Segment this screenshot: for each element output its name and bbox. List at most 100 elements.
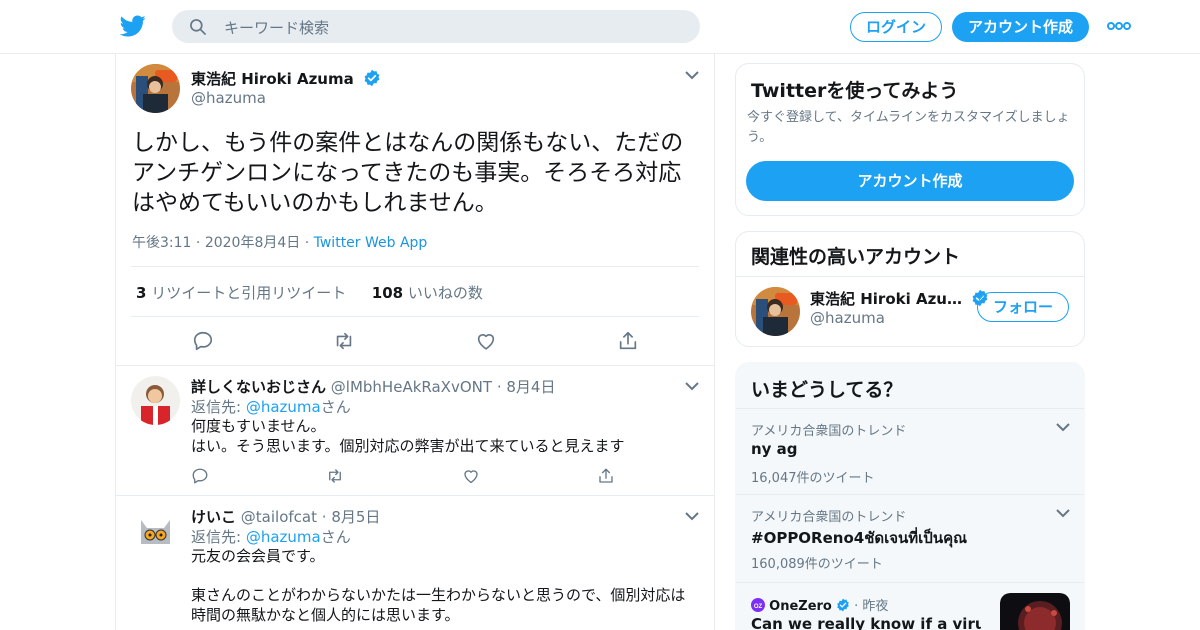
author-name[interactable]: 東浩紀 Hiroki Azuma xyxy=(191,68,381,89)
chevron-down-icon[interactable] xyxy=(685,512,699,521)
related-account-handle[interactable]: @hazuma xyxy=(810,309,885,327)
news-source-name: OneZero xyxy=(769,599,832,614)
tweet-column: 東浩紀 Hiroki Azuma @hazuma しかし、もう件の案件とはなんの… xyxy=(115,54,715,630)
replying-to-prefix: 返信先: xyxy=(191,398,246,416)
reply-text-line: 元友の会会員です。 xyxy=(191,547,325,565)
related-account-name[interactable]: 東浩紀 Hiroki Azu… xyxy=(810,288,989,309)
login-button[interactable]: ログイン xyxy=(850,12,942,42)
related-account-avatar-image xyxy=(751,287,800,336)
meta-separator: · xyxy=(304,235,314,251)
replying-to-link[interactable]: @hazuma xyxy=(246,398,321,416)
trend-name: #OPPOReno4ชัดเจนที่เป็นคุณ xyxy=(751,529,968,547)
search-icon xyxy=(190,19,206,35)
divider xyxy=(131,316,699,317)
related-card-title: 関連性の高いアカウント xyxy=(751,246,961,268)
like-stat-label: いいねの数 xyxy=(407,284,483,302)
replying-to: 返信先: @hazumaさん xyxy=(191,396,351,417)
reply-header: けいこ @tailofcat · 8月5日 xyxy=(191,506,380,527)
reply-date[interactable]: 8月4日 xyxy=(506,378,555,396)
tweet-date[interactable]: 2020年8月4日 xyxy=(205,235,300,251)
tweet-text: しかし、もう件の案件とはなんの関係もない、ただのアンチゲンロンになってきたのも事… xyxy=(132,130,684,216)
trend-item[interactable]: アメリカ合衆国のトレンド #OPPOReno4ชัดเจนที่เป็นคุณ … xyxy=(736,494,1084,582)
trend-name: ny ag xyxy=(751,440,798,458)
trends-card: いまどうしてる？ アメリカ合衆国のトレンド ny ag 16,047件のツイート… xyxy=(735,362,1085,630)
signup-card-title: Twitterを使ってみよう xyxy=(751,80,959,102)
reply-icon[interactable] xyxy=(192,330,214,352)
related-accounts-card: 関連性の高いアカウント 東浩紀 Hiroki Azu… @hazuma フォロー xyxy=(735,231,1085,347)
svg-text:OZ: OZ xyxy=(754,604,763,610)
tweet-separator xyxy=(116,365,714,366)
news-time: 昨夜 xyxy=(862,599,889,614)
like-stat[interactable]: 108 いいねの数 xyxy=(372,284,483,302)
chevron-down-icon[interactable] xyxy=(1056,423,1070,432)
tweet-time[interactable]: 午後3:11 xyxy=(132,235,191,251)
reply-icon[interactable] xyxy=(191,467,209,485)
top-navigation-bar: キーワード検索 ログイン アカウント作成 xyxy=(0,0,1200,54)
more-dots-icon[interactable] xyxy=(1106,18,1132,34)
tweet-timestamp: 午後3:11 · 2020年8月4日 · Twitter Web App xyxy=(132,232,427,252)
news-item[interactable]: OZ OneZero · 昨夜 Can we really know if a … xyxy=(736,582,1084,630)
author-avatar-image xyxy=(131,64,180,113)
reply-author-name[interactable]: 詳しくないおじさん xyxy=(191,378,326,396)
replying-to-prefix: 返信先: xyxy=(191,528,246,546)
onezero-logo-icon: OZ xyxy=(751,598,765,612)
meta-separator: · xyxy=(321,508,332,526)
search-input[interactable]: キーワード検索 xyxy=(224,17,329,38)
author-name-text: 東浩紀 Hiroki Azuma xyxy=(191,70,354,88)
signup-card-subtitle: 今すぐ登録して、タイムラインをカスタマイズしましょう。 xyxy=(747,110,1070,145)
tweet-client-link[interactable]: Twitter Web App xyxy=(314,235,428,251)
retweet-icon[interactable] xyxy=(326,467,344,485)
reply-header: 詳しくないおじさん @lMbhHeAkRaXvONT · 8月4日 xyxy=(191,376,555,397)
retweet-icon[interactable] xyxy=(333,330,355,352)
reply-avatar[interactable] xyxy=(131,506,180,555)
divider xyxy=(736,276,1084,277)
reply-text-line: 時間の無駄かなと個人的には思います。 xyxy=(191,606,460,624)
twitter-bird-icon[interactable] xyxy=(120,13,146,39)
replying-to-link[interactable]: @hazuma xyxy=(246,528,321,546)
replying-to: 返信先: @hazumaさん xyxy=(191,526,351,547)
reply-text-line: 東さんのことがわからないかたは一生わからないと思うので、個別対応は xyxy=(191,586,686,604)
author-avatar[interactable] xyxy=(131,64,180,113)
trends-card-title: いまどうしてる？ xyxy=(751,379,903,401)
reply-author-handle[interactable]: @lMbhHeAkRaXvONT xyxy=(331,378,492,396)
retweet-stat[interactable]: 3 リツイートと引用リツイート xyxy=(136,284,346,302)
reply-avatar[interactable] xyxy=(131,376,180,425)
share-icon[interactable] xyxy=(597,467,615,485)
share-icon[interactable] xyxy=(617,330,639,352)
divider xyxy=(131,266,699,267)
like-heart-icon[interactable] xyxy=(462,467,480,485)
reply-author-handle[interactable]: @tailofcat xyxy=(241,508,317,526)
like-count: 108 xyxy=(371,284,404,302)
signup-prompt-card: Twitterを使ってみよう 今すぐ登録して、タイムラインをカスタマイズしましょ… xyxy=(735,63,1085,216)
trend-location: アメリカ合衆国のトレンド xyxy=(751,424,907,439)
signup-button[interactable]: アカウント作成 xyxy=(952,12,1089,42)
chevron-down-icon[interactable] xyxy=(1056,509,1070,518)
verified-badge-icon xyxy=(837,598,849,612)
reply-text-line: はい。そう思います。個別対応の弊害が出て来ていると見えます xyxy=(191,437,625,455)
news-headline: Can we really know if a virus was xyxy=(751,615,981,630)
verified-badge-icon xyxy=(364,69,380,87)
signup-card-button[interactable]: アカウント作成 xyxy=(746,161,1074,201)
search-bar[interactable]: キーワード検索 xyxy=(172,10,700,43)
replying-to-suffix: さん xyxy=(320,528,351,546)
trend-location: アメリカ合衆国のトレンド xyxy=(751,510,907,525)
related-account-avatar[interactable] xyxy=(751,287,800,336)
reply-author-name[interactable]: けいこ xyxy=(191,508,236,526)
like-heart-icon[interactable] xyxy=(475,330,497,352)
retweet-stat-label: リツイートと引用リツイート xyxy=(151,284,347,302)
reply-date[interactable]: 8月5日 xyxy=(331,508,380,526)
tweet-separator xyxy=(116,495,714,496)
reply-avatar-image xyxy=(131,376,180,425)
trend-tweet-count: 16,047件のツイート xyxy=(751,471,875,486)
author-handle[interactable]: @hazuma xyxy=(191,89,266,107)
meta-separator: · xyxy=(496,378,507,396)
follow-button[interactable]: フォロー xyxy=(977,292,1069,322)
replying-to-suffix: さん xyxy=(320,398,351,416)
chevron-down-icon[interactable] xyxy=(685,71,699,80)
tweet-stats: 3 リツイートと引用リツイート 108 いいねの数 xyxy=(136,282,483,303)
related-account-name-text: 東浩紀 Hiroki Azu… xyxy=(810,290,962,308)
reply-avatar-image xyxy=(131,506,180,555)
chevron-down-icon[interactable] xyxy=(685,382,699,391)
trend-item[interactable]: アメリカ合衆国のトレンド ny ag 16,047件のツイート xyxy=(736,408,1084,494)
news-thumbnail-image xyxy=(1000,593,1070,630)
